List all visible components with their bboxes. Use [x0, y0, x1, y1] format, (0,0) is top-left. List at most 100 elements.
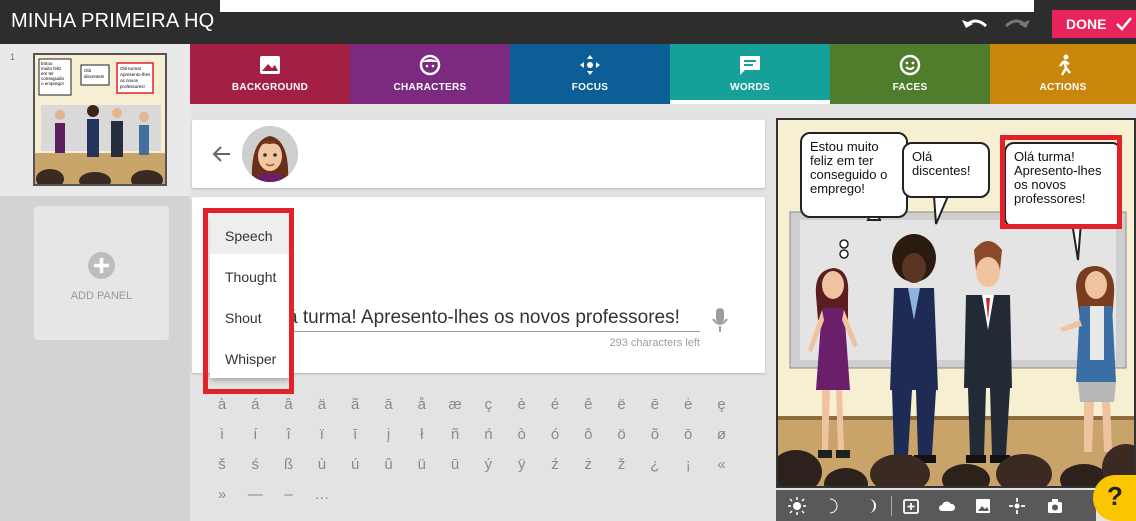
- tab-faces-label: FACES: [892, 82, 928, 93]
- special-char-key[interactable]: û: [378, 456, 400, 473]
- special-char-key[interactable]: é: [544, 396, 566, 413]
- special-char-key[interactable]: æ: [444, 396, 466, 413]
- add-panel-button[interactable]: ADD PANEL: [34, 206, 169, 340]
- tab-actions[interactable]: ACTIONS: [990, 44, 1136, 104]
- image-icon[interactable]: [974, 497, 992, 515]
- tab-focus[interactable]: FOCUS: [510, 44, 670, 104]
- special-char-key[interactable]: »: [211, 486, 233, 503]
- bubble-type-speech[interactable]: Speech: [210, 214, 290, 254]
- special-char-key[interactable]: õ: [644, 426, 666, 443]
- special-char-key[interactable]: ¿: [644, 456, 666, 473]
- tab-characters-label: CHARACTERS: [393, 82, 467, 93]
- special-char-key[interactable]: ê: [577, 396, 599, 413]
- special-char-key[interactable]: ü: [411, 456, 433, 473]
- special-char-key[interactable]: «: [711, 456, 733, 473]
- special-char-key[interactable]: …: [311, 486, 333, 503]
- special-char-key[interactable]: ö: [611, 426, 633, 443]
- tab-background[interactable]: BACKGROUND: [190, 44, 350, 104]
- brightness-icon[interactable]: [788, 497, 806, 515]
- special-char-key[interactable]: į: [378, 426, 400, 443]
- done-button[interactable]: DONE: [1052, 10, 1136, 38]
- camera-icon[interactable]: [1046, 497, 1064, 515]
- special-char-key[interactable]: ú: [344, 456, 366, 473]
- comic-panel-preview[interactable]: Estou muito feliz em ter conseguido o em…: [776, 118, 1136, 488]
- special-char-key[interactable]: å: [411, 396, 433, 413]
- panel-thumbnail-item[interactable]: 1 Estou muito feliz em ter conseguido o …: [0, 44, 190, 196]
- redo-icon[interactable]: [1002, 12, 1032, 34]
- special-char-key[interactable]: è: [511, 396, 533, 413]
- scene-toolbar: [776, 490, 1096, 521]
- tab-faces[interactable]: FACES: [830, 44, 990, 104]
- smiley-icon: [899, 54, 921, 76]
- tab-words[interactable]: WORDS: [670, 44, 830, 104]
- special-char-key[interactable]: ž: [611, 456, 633, 473]
- toolbar-divider: [891, 496, 892, 516]
- add-panel-label: ADD PANEL: [70, 290, 133, 302]
- special-char-key[interactable]: á: [244, 396, 266, 413]
- special-char-key[interactable]: š: [211, 456, 233, 473]
- special-char-key[interactable]: ō: [677, 426, 699, 443]
- add-image-icon[interactable]: [902, 497, 920, 515]
- cloud-icon[interactable]: [938, 497, 956, 515]
- bubble-type-shout[interactable]: Shout: [210, 296, 290, 336]
- special-char-key[interactable]: ä: [311, 396, 333, 413]
- microphone-icon[interactable]: [711, 307, 729, 333]
- special-char-key[interactable]: ¡: [677, 456, 699, 473]
- bubble-type-thought[interactable]: Thought: [210, 255, 290, 295]
- special-char-key[interactable]: –: [278, 486, 300, 503]
- tab-background-label: BACKGROUND: [231, 82, 309, 93]
- special-char-key[interactable]: ø: [711, 426, 733, 443]
- comic-title[interactable]: MINHA PRIMEIRA HQ: [11, 10, 214, 33]
- tab-characters[interactable]: CHARACTERS: [350, 44, 510, 104]
- special-char-key[interactable]: ę: [711, 396, 733, 413]
- tab-actions-label: ACTIONS: [1039, 82, 1087, 93]
- speech-bubble-1[interactable]: Estou muito feliz em ter conseguido o em…: [800, 132, 908, 218]
- help-button[interactable]: ?: [1093, 475, 1136, 521]
- bubble-text-input[interactable]: [268, 304, 700, 332]
- special-char-key[interactable]: ź: [544, 456, 566, 473]
- back-arrow-icon[interactable]: [210, 142, 234, 166]
- special-char-key[interactable]: ç: [477, 396, 499, 413]
- special-char-key[interactable]: ë: [611, 396, 633, 413]
- special-char-key[interactable]: ù: [311, 456, 333, 473]
- undo-icon[interactable]: [960, 12, 990, 34]
- special-char-key[interactable]: ô: [577, 426, 599, 443]
- special-char-key[interactable]: ē: [644, 396, 666, 413]
- special-char-key[interactable]: ã: [344, 396, 366, 413]
- panel-thumbnail[interactable]: Estou muito feliz em ter conseguido o em…: [33, 53, 167, 186]
- special-char-key[interactable]: à: [211, 396, 233, 413]
- special-char-key[interactable]: â: [278, 396, 300, 413]
- image-icon: [260, 56, 280, 74]
- half-moon-icon[interactable]: [824, 497, 842, 515]
- special-char-key[interactable]: ū: [444, 456, 466, 473]
- special-char-key[interactable]: ł: [411, 426, 433, 443]
- sparkle-icon[interactable]: [1008, 497, 1026, 515]
- speech-bubble-3[interactable]: Olá turma! Apresento-lhes os novos profe…: [1004, 142, 1122, 228]
- special-char-key[interactable]: ÿ: [511, 456, 533, 473]
- bubble-type-whisper[interactable]: Whisper: [210, 337, 290, 377]
- top-strip: [220, 0, 1034, 12]
- special-char-key[interactable]: ė: [677, 396, 699, 413]
- special-char-key[interactable]: ß: [278, 456, 300, 473]
- crescent-icon[interactable]: [862, 497, 880, 515]
- characters-left-counter: 293 characters left: [609, 337, 701, 349]
- speech-bubble-2[interactable]: Olá discentes!: [902, 142, 990, 198]
- character-avatar[interactable]: [242, 126, 298, 182]
- special-char-key[interactable]: ý: [477, 456, 499, 473]
- special-char-key[interactable]: ś: [244, 456, 266, 473]
- special-char-key[interactable]: ī: [344, 426, 366, 443]
- special-char-key[interactable]: î: [278, 426, 300, 443]
- special-char-key[interactable]: ñ: [444, 426, 466, 443]
- special-char-key[interactable]: ó: [544, 426, 566, 443]
- special-char-key[interactable]: ò: [511, 426, 533, 443]
- special-char-key[interactable]: —: [244, 486, 266, 503]
- special-char-key[interactable]: í: [244, 426, 266, 443]
- special-char-key[interactable]: ï: [311, 426, 333, 443]
- running-person-icon: [1059, 54, 1071, 76]
- special-char-key[interactable]: ā: [378, 396, 400, 413]
- special-char-key[interactable]: ż: [577, 456, 599, 473]
- bubble-type-dropdown[interactable]: Speech Thought Shout Whisper: [210, 214, 290, 378]
- special-char-key[interactable]: ń: [477, 426, 499, 443]
- special-char-key[interactable]: ì: [211, 426, 233, 443]
- thumb-bubble-3-line3: os novos: [120, 78, 139, 83]
